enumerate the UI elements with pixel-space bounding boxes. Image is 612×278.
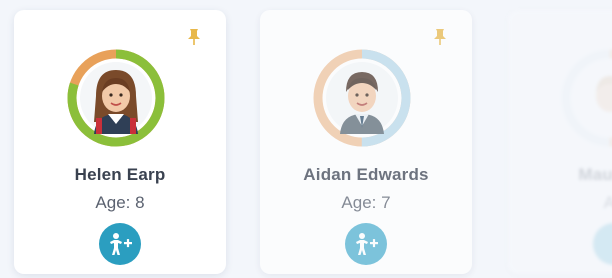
child-profile-strip: Helen Earp Age: 8 Aidan Edwards Age: 7 M… (0, 0, 612, 278)
child-name: Maureen (578, 165, 612, 184)
progress-ring (313, 49, 411, 147)
child-age: Ag (603, 193, 612, 212)
child-name: Aidan Edwards (303, 165, 429, 184)
add-child-icon (110, 233, 132, 255)
add-child-button[interactable] (345, 223, 387, 265)
progress-ring (67, 49, 165, 147)
pin-icon[interactable] (186, 28, 202, 46)
child-card-aidan[interactable]: Aidan Edwards Age: 7 (260, 10, 472, 274)
child-age: Age: 8 (95, 193, 145, 212)
child-card-maureen[interactable]: Maureen Ag (508, 10, 612, 274)
progress-ring (561, 49, 612, 147)
child-age: Age: 7 (341, 193, 391, 212)
child-card-helen[interactable]: Helen Earp Age: 8 (14, 10, 226, 274)
add-child-button[interactable] (99, 223, 141, 265)
boy-avatar-icon (326, 62, 398, 134)
add-child-button[interactable] (593, 223, 612, 265)
girl-avatar-icon (80, 62, 152, 134)
add-child-icon (356, 233, 378, 255)
child-name: Helen Earp (74, 165, 166, 184)
pin-icon[interactable] (432, 28, 448, 46)
